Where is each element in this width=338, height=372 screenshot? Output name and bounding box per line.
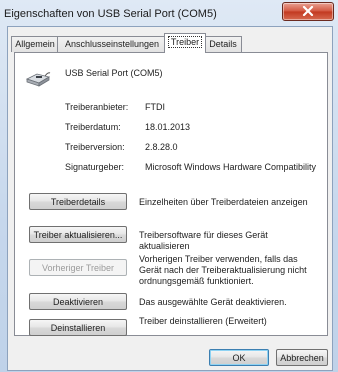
device-name: USB Serial Port (COM5) (65, 68, 163, 78)
usb-connector-icon (25, 72, 51, 87)
tab-details[interactable]: Details (204, 36, 242, 52)
digital-signer-label: Signaturgeber: (65, 162, 125, 172)
tab-allgemein[interactable]: Allgemein (11, 36, 59, 52)
properties-dialog: Eigenschaften von USB Serial Port (COM5)… (0, 0, 338, 372)
disable-device-button[interactable]: Deaktivieren (29, 293, 127, 310)
digital-signer-value: Microsoft Windows Hardware Compatibility (145, 162, 317, 172)
driver-provider-label: Treiberanbieter: (65, 102, 129, 112)
cancel-button[interactable]: Abbrechen (276, 349, 328, 366)
driver-version-value: 2.8.28.0 (145, 142, 178, 152)
tab-label: Anschlusseinstellungen (64, 39, 160, 49)
uninstall-driver-description: Treiber deinstallieren (Erweitert) (139, 316, 267, 326)
close-icon (302, 6, 314, 16)
title-bar[interactable]: Eigenschaften von USB Serial Port (COM5) (0, 0, 338, 26)
close-button[interactable] (282, 2, 334, 21)
update-driver-button[interactable]: Treiber aktualisieren... (29, 226, 127, 243)
tab-strip: Allgemein Anschlusseinstellungen Treiber… (8, 33, 332, 53)
driver-version-label: Treiberversion: (65, 142, 125, 152)
uninstall-driver-button[interactable]: Deinstallieren (29, 319, 127, 336)
rollback-driver-button[interactable]: Vorheriger Treiber (29, 259, 127, 276)
tab-label: Treiber (167, 36, 203, 48)
ok-button[interactable]: OK (209, 349, 269, 366)
tab-label: Allgemein (15, 39, 55, 49)
driver-date-value: 18.01.2013 (145, 122, 191, 132)
driver-date-label: Treiberdatum: (65, 122, 121, 132)
dialog-body: Allgemein Anschlusseinstellungen Treiber… (7, 26, 333, 371)
driver-tab-panel: USB Serial Port (COM5) Treiberanbieter: … (14, 52, 328, 336)
tab-treiber[interactable]: Treiber (164, 33, 206, 53)
driver-details-button[interactable]: Treiberdetails (29, 193, 127, 210)
rollback-driver-description: Vorherigen Treiber verwenden, falls das … (139, 254, 307, 286)
window-title: Eigenschaften von USB Serial Port (COM5) (4, 8, 217, 20)
driver-provider-value: FTDI (145, 102, 165, 112)
update-driver-description: Treibersoftware für dieses Gerät aktuali… (139, 230, 268, 251)
driver-details-description: Einzelheiten über Treiberdateien anzeige… (139, 197, 308, 207)
tab-anschlusseinstellungen[interactable]: Anschlusseinstellungen (57, 36, 167, 52)
tab-label: Details (209, 39, 237, 49)
disable-device-description: Das ausgewählte Gerät deaktivieren. (139, 297, 287, 307)
